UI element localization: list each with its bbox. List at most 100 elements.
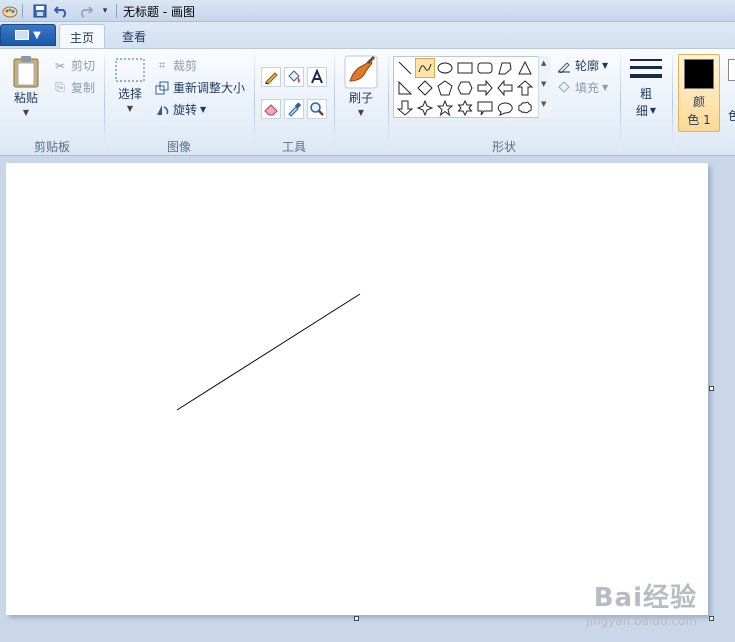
separator: [116, 4, 117, 18]
chevron-down-icon: ▼: [357, 108, 365, 117]
group-label-tools: 工具: [281, 140, 306, 154]
brush-icon: [344, 55, 378, 89]
copy-button[interactable]: ⎘ 复制: [52, 79, 95, 96]
selection-rectangle-icon: [115, 58, 145, 82]
color1-label-line1: 颜: [692, 95, 705, 109]
down-arrow-shape[interactable]: [395, 98, 415, 118]
tab-home[interactable]: 主页: [59, 24, 106, 48]
chevron-down-icon: ▼: [200, 105, 207, 114]
chevron-up-icon[interactable]: ▲: [541, 59, 546, 67]
pencil-icon: [265, 72, 278, 85]
fill-label: 填充: [575, 81, 600, 95]
up-arrow-shape[interactable]: [515, 78, 535, 98]
paint-bucket-icon: [288, 70, 300, 83]
five-point-star-shape[interactable]: [435, 98, 455, 118]
drawing-canvas[interactable]: [6, 163, 708, 615]
resize-handle-bottom[interactable]: [354, 616, 359, 621]
hexagon-shape[interactable]: [455, 78, 475, 98]
copy-icon: ⎘: [55, 80, 65, 94]
chevron-down-icon: ▼: [649, 106, 657, 115]
group-separator: [254, 55, 255, 151]
watermark: Bai经验 jingyan.baidu.com: [586, 577, 697, 628]
chevron-down-icon: ▼: [602, 61, 609, 70]
paste-button[interactable]: 粘贴 ▼: [8, 55, 44, 117]
line-size-icon: [630, 59, 662, 78]
four-point-star-shape[interactable]: [415, 98, 435, 118]
clipboard-icon: [13, 56, 39, 88]
resize-button[interactable]: 重新调整大小: [154, 79, 245, 96]
expand-gallery-icon[interactable]: ▼: [541, 100, 546, 108]
shapes-gallery-scrollbar[interactable]: ▲ ▼ ▼: [538, 56, 551, 118]
resize-handle-right[interactable]: [709, 386, 714, 391]
tab-row: ▼ 主页 查看: [0, 22, 735, 48]
text-tool[interactable]: [307, 67, 327, 87]
outline-button[interactable]: 轮廓 ▼: [556, 57, 608, 74]
rounded-rectangle-shape[interactable]: [475, 58, 495, 78]
size-label-line2: 细: [635, 104, 648, 118]
pencil-tool[interactable]: [261, 67, 281, 87]
shapes-gallery[interactable]: [393, 56, 551, 118]
scissors-icon: ✂: [54, 58, 66, 73]
right-arrow-shape[interactable]: [475, 78, 495, 98]
resize-handle-corner[interactable]: [709, 616, 714, 621]
title-bar: ▾ 无标题 - 画图: [0, 0, 735, 22]
rotate-button[interactable]: 旋转 ▼: [154, 101, 206, 118]
paste-label: 粘贴: [13, 91, 38, 105]
pentagon-shape[interactable]: [435, 78, 455, 98]
resize-label: 重新调整大小: [173, 81, 246, 95]
group-separator: [620, 55, 621, 151]
polygon-shape[interactable]: [495, 58, 515, 78]
line-shape[interactable]: [395, 58, 415, 78]
rect-callout-shape[interactable]: [475, 98, 495, 118]
group-separator: [388, 55, 389, 151]
paint-menu-button[interactable]: ▼: [0, 24, 56, 46]
crop-button[interactable]: ⌗ 裁剪: [154, 57, 197, 74]
diamond-shape[interactable]: [415, 78, 435, 98]
chevron-down-icon: ▼: [33, 29, 41, 41]
group-separator: [334, 55, 335, 151]
text-icon: [311, 69, 323, 84]
outline-pen-icon: [556, 58, 572, 74]
crop-icon: ⌗: [158, 58, 166, 72]
undo-icon[interactable]: [54, 3, 70, 19]
resize-icon: [154, 80, 170, 96]
window-title: 无标题 - 画图: [123, 5, 195, 19]
six-point-star-shape[interactable]: [455, 98, 475, 118]
tab-view[interactable]: 查看: [112, 24, 156, 48]
chevron-down-icon: ▼: [22, 108, 30, 117]
crop-label: 裁剪: [173, 59, 198, 73]
paint-app-icon[interactable]: [2, 3, 18, 19]
oval-shape[interactable]: [435, 58, 455, 78]
fill-tool[interactable]: [284, 67, 304, 87]
color-picker-tool[interactable]: [284, 99, 304, 119]
group-separator: [672, 55, 673, 151]
redo-icon[interactable]: [77, 3, 93, 19]
chevron-down-icon[interactable]: ▼: [541, 80, 546, 88]
save-icon[interactable]: [32, 3, 48, 19]
select-label: 选择: [117, 87, 142, 101]
cut-button[interactable]: ✂ 剪切: [52, 57, 95, 74]
group-label-clipboard: 剪贴板: [33, 140, 70, 154]
magnifier-tool[interactable]: [307, 99, 327, 119]
color1-button[interactable]: 颜 色 1: [678, 54, 720, 132]
left-arrow-shape[interactable]: [495, 78, 515, 98]
triangle-shape[interactable]: [515, 58, 535, 78]
fill-button[interactable]: 填充 ▼: [556, 79, 608, 96]
cloud-callout-shape[interactable]: [515, 98, 535, 118]
select-button[interactable]: 选择 ▼: [112, 57, 148, 113]
customize-quick-access-icon[interactable]: ▾: [97, 3, 113, 19]
group-label-image: 图像: [166, 140, 191, 154]
magnifier-icon: [310, 102, 324, 116]
rectangle-shape[interactable]: [455, 58, 475, 78]
document-icon: [15, 30, 30, 40]
curve-shape[interactable]: [415, 58, 435, 78]
oval-callout-shape[interactable]: [495, 98, 515, 118]
drawn-line: [176, 293, 361, 411]
brushes-button[interactable]: 刷子 ▼: [342, 55, 380, 117]
color2-label: 色: [728, 109, 735, 123]
right-triangle-shape[interactable]: [395, 78, 415, 98]
color2-swatch[interactable]: [728, 59, 735, 81]
chevron-down-icon: ▼: [602, 83, 609, 92]
size-button[interactable]: 粗 细 ▼: [626, 57, 666, 119]
eraser-tool[interactable]: [261, 99, 281, 119]
